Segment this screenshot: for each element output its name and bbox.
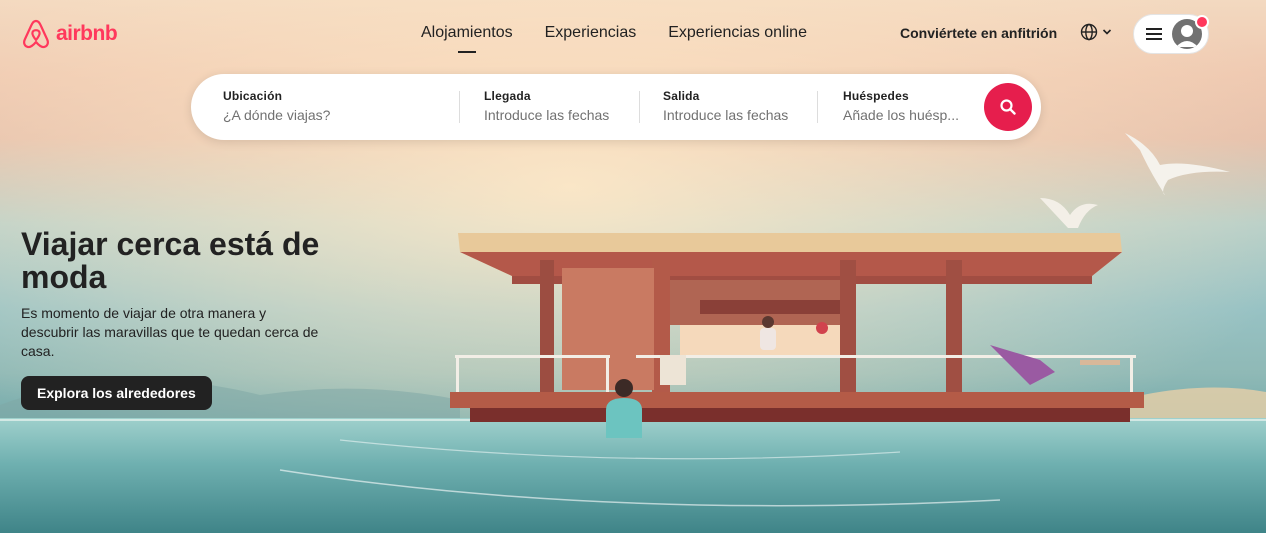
location-label: Ubicación	[223, 89, 283, 103]
tab-alojamientos[interactable]: Alojamientos	[405, 0, 529, 64]
checkin-label: Llegada	[484, 89, 531, 103]
checkout-label: Salida	[663, 89, 700, 103]
checkin-input[interactable]: Introduce las fechas	[484, 107, 634, 123]
explore-nearby-button[interactable]: Explora los alrededores	[21, 376, 212, 410]
chevron-down-icon	[1102, 29, 1112, 35]
divider	[639, 91, 640, 123]
main-nav-tabs: Alojamientos Experiencias Experiencias o…	[405, 0, 823, 64]
menu-icon	[1146, 28, 1162, 40]
guests-label: Huéspedes	[843, 89, 909, 103]
location-input[interactable]: ¿A dónde viajas?	[223, 107, 453, 123]
search-button[interactable]	[984, 83, 1032, 131]
divider	[817, 91, 818, 123]
location-field[interactable]: Ubicación ¿A dónde viajas?	[223, 74, 453, 140]
become-host-link[interactable]: Conviértete en anfitrión	[900, 25, 1057, 41]
airbnb-logo-icon	[23, 19, 49, 49]
checkin-field[interactable]: Llegada Introduce las fechas	[484, 74, 634, 140]
tab-experiencias[interactable]: Experiencias	[529, 0, 653, 64]
guests-input[interactable]: Añade los huésp...	[843, 107, 973, 123]
search-icon	[1000, 99, 1016, 115]
hero-subtitle: Es momento de viajar de otra manera y de…	[21, 305, 319, 359]
airbnb-logo[interactable]: airbnb	[20, 18, 118, 50]
brand-name: airbnb	[56, 22, 118, 45]
checkout-input[interactable]: Introduce las fechas	[663, 107, 813, 123]
globe-icon	[1080, 23, 1098, 41]
language-button[interactable]	[1080, 23, 1112, 41]
checkout-field[interactable]: Salida Introduce las fechas	[663, 74, 813, 140]
guests-field[interactable]: Huéspedes Añade los huésp...	[843, 74, 973, 140]
tab-experiencias-online[interactable]: Experiencias online	[652, 0, 823, 64]
hero-title: Viajar cerca está de moda	[21, 226, 320, 295]
notification-dot	[1195, 15, 1209, 29]
divider	[459, 91, 460, 123]
search-bar: Ubicación ¿A dónde viajas? Llegada Intro…	[191, 74, 1041, 140]
